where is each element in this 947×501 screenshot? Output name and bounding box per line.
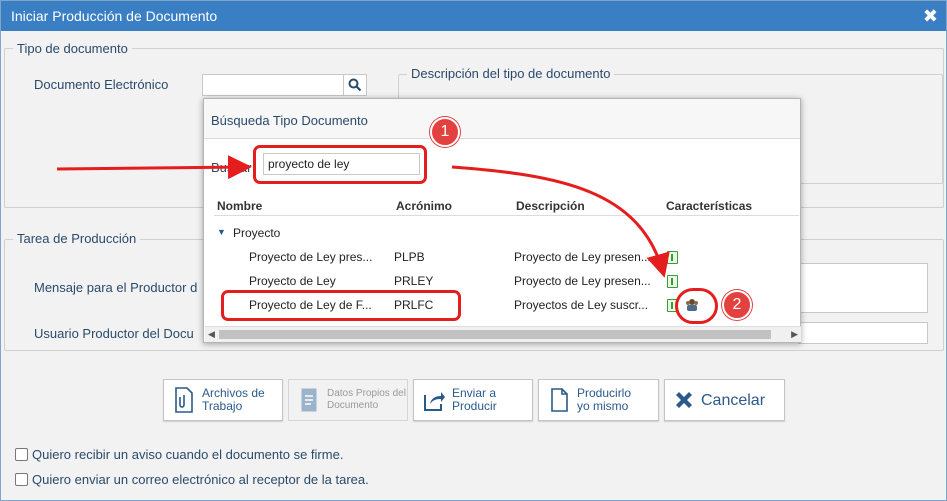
archivos-trabajo-button[interactable]: Archivos de Trabajo xyxy=(163,379,283,421)
enviar-producir-button[interactable]: Enviar a Producir xyxy=(413,379,533,421)
step-badge-2: 2 xyxy=(722,290,752,320)
scrollbar-thumb[interactable] xyxy=(219,330,771,339)
aviso-checkbox[interactable] xyxy=(15,448,28,461)
aviso-label: Quiero recibir un aviso cuando el docume… xyxy=(32,447,344,462)
row-descripcion: Proyecto de Ley presen... xyxy=(514,274,651,288)
correo-label: Quiero enviar un correo electrónico al r… xyxy=(32,472,369,487)
info-doc-icon xyxy=(667,251,678,264)
usuario-label: Usuario Productor del Docu xyxy=(34,326,194,341)
dialog-titlebar: Iniciar Producción de Documento ✖ xyxy=(1,1,946,31)
correo-check-row[interactable]: Quiero enviar un correo electrónico al r… xyxy=(15,472,369,487)
header-divider xyxy=(214,215,799,216)
documento-electronico-label: Documento Electrónico xyxy=(34,77,169,92)
horizontal-scrollbar[interactable]: ◀ ▶ xyxy=(205,326,801,342)
collapse-triangle-icon[interactable]: ▼ xyxy=(217,227,226,237)
row-nombre: Proyecto de Ley xyxy=(249,274,336,288)
attachment-icon xyxy=(175,387,193,413)
row-acronimo: PLPB xyxy=(394,250,425,264)
archivos-label: Archivos de Trabajo xyxy=(202,386,265,413)
share-arrow-icon xyxy=(424,392,445,411)
scroll-right-icon[interactable]: ▶ xyxy=(791,329,798,340)
popup-title: Búsqueda Tipo Documento xyxy=(204,99,800,139)
row-descripcion: Proyecto de Ley presen... xyxy=(514,250,651,264)
enviar-label: Enviar a Producir xyxy=(452,386,497,413)
step-badge-1: 1 xyxy=(430,117,460,147)
row-callout xyxy=(221,290,461,321)
usuario-input[interactable] xyxy=(798,322,928,344)
blank-document-icon xyxy=(551,388,568,412)
aviso-check-row[interactable]: Quiero recibir un aviso cuando el docume… xyxy=(15,447,343,462)
documento-electronico-input[interactable] xyxy=(202,74,345,96)
col-acronimo[interactable]: Acrónimo xyxy=(396,199,452,213)
tipo-documento-legend: Tipo de documento xyxy=(13,41,132,56)
scroll-left-icon[interactable]: ◀ xyxy=(208,329,215,340)
cancel-x-icon xyxy=(676,392,692,408)
descripcion-legend: Descripción del tipo de documento xyxy=(407,66,615,81)
datos-propios-button[interactable]: Datos Propios del Documento xyxy=(288,379,408,421)
correo-checkbox[interactable] xyxy=(15,473,28,486)
search-button[interactable] xyxy=(343,74,367,96)
col-caracteristicas[interactable]: Características xyxy=(666,199,752,213)
buscar-label: Buscar xyxy=(211,160,252,175)
search-icon xyxy=(348,78,362,92)
cancelar-button[interactable]: Cancelar xyxy=(664,379,785,421)
col-nombre[interactable]: Nombre xyxy=(217,199,262,213)
producirlo-label: Producirlo yo mismo xyxy=(577,386,632,413)
mensaje-label: Mensaje para el Productor d xyxy=(34,280,198,295)
info-doc-icon xyxy=(667,275,678,288)
row-nombre: Proyecto de Ley pres... xyxy=(249,250,373,264)
col-descripcion[interactable]: Descripción xyxy=(516,199,585,213)
icon-callout xyxy=(675,288,718,324)
dialog-title: Iniciar Producción de Documento xyxy=(11,8,218,24)
close-icon[interactable]: ✖ xyxy=(923,1,938,31)
datos-label: Datos Propios del Documento xyxy=(327,388,406,411)
mensaje-textarea[interactable] xyxy=(798,263,928,313)
row-acronimo: PRLEY xyxy=(394,274,434,288)
search-callout xyxy=(253,145,427,184)
group-label: Proyecto xyxy=(233,226,281,240)
document-lines-icon xyxy=(301,388,317,412)
producirlo-button[interactable]: Producirlo yo mismo xyxy=(538,379,659,421)
tarea-legend: Tarea de Producción xyxy=(13,231,141,246)
cancelar-label: Cancelar xyxy=(701,391,766,409)
row-descripcion: Proyectos de Ley suscr... xyxy=(514,298,649,312)
